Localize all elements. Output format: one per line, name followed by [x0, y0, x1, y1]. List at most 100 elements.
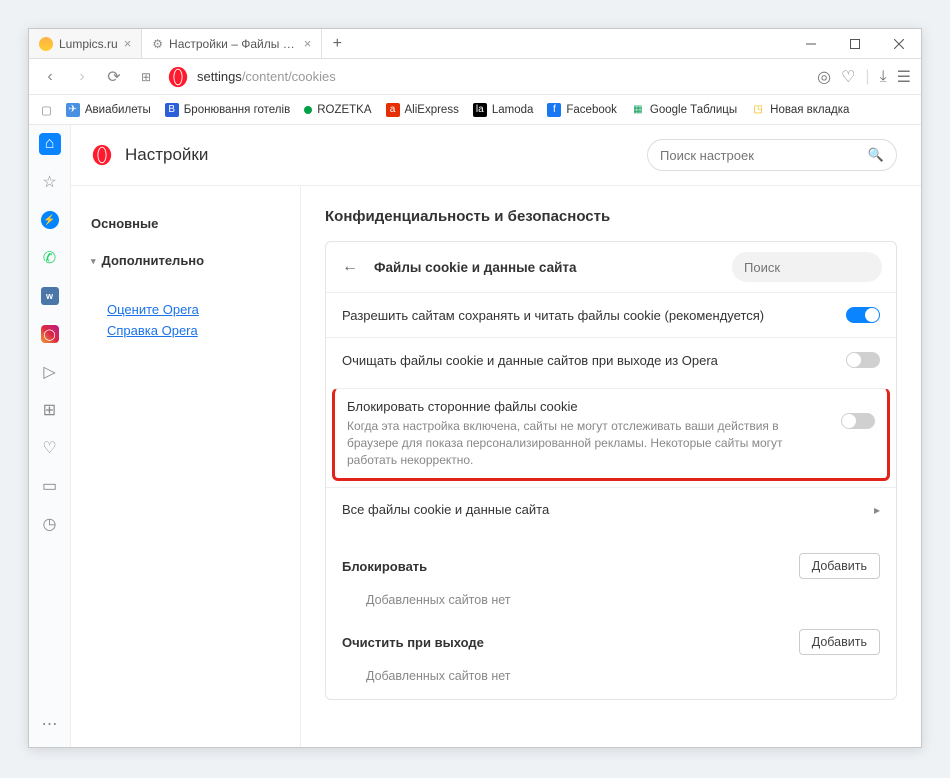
browser-tab[interactable]: ⚙ Настройки – Файлы cookie ×	[142, 29, 322, 58]
browser-window: Lumpics.ru × ⚙ Настройки – Файлы cookie …	[28, 28, 922, 748]
browser-tab[interactable]: Lumpics.ru ×	[29, 29, 142, 58]
opera-icon	[91, 144, 113, 166]
bookmark-item[interactable]: fFacebook	[547, 103, 617, 117]
row-sublabel: Когда эта настройка включена, сайты не м…	[347, 418, 829, 468]
tab-strip: Lumpics.ru × ⚙ Настройки – Файлы cookie …	[29, 29, 789, 58]
setting-row-clear-on-exit: Очищать файлы cookie и данные сайтов при…	[326, 337, 896, 382]
settings-header: Настройки 🔍	[71, 125, 921, 185]
search-icon: 🔍	[868, 147, 884, 163]
bookmark-label: AliExpress	[405, 104, 459, 116]
section-title: Конфиденциальность и безопасность	[325, 208, 897, 225]
settings-main: Конфиденциальность и безопасность ← Файл…	[301, 186, 921, 747]
settings-search[interactable]: 🔍	[647, 139, 897, 171]
workspaces-icon[interactable]: ⊞	[39, 399, 61, 421]
back-arrow-icon[interactable]: ←	[340, 258, 360, 276]
bookmark-item[interactable]: ROZETKA	[304, 104, 371, 116]
setting-row-allow-cookies: Разрешить сайтам сохранять и читать файл…	[326, 293, 896, 337]
flow-icon[interactable]: ▷	[39, 361, 61, 383]
instagram-icon[interactable]: ◯	[39, 323, 61, 345]
tab-title: Настройки – Файлы cookie	[169, 37, 298, 51]
bookmarks-folder-icon[interactable]: ▢	[41, 103, 52, 117]
nav-basic[interactable]: Основные	[91, 210, 280, 237]
bookmark-label: Facebook	[566, 104, 617, 116]
settings-page: Настройки 🔍 Основные Дополнительно Оцени…	[71, 125, 921, 747]
settings-search-input[interactable]	[660, 148, 860, 163]
easy-setup-icon[interactable]: ☰	[897, 67, 911, 87]
download-icon[interactable]: ⤓	[880, 68, 887, 86]
reload-button[interactable]: ⟳	[103, 66, 125, 88]
favicon	[39, 37, 53, 51]
add-clear-button[interactable]: Добавить	[799, 629, 880, 655]
card-search-input[interactable]	[744, 260, 920, 275]
bookmark-item[interactable]: ▦Google Таблицы	[631, 103, 737, 117]
bookmark-label: Авиабилеты	[85, 104, 151, 116]
news-icon[interactable]: ▭	[39, 475, 61, 497]
address-field[interactable]: settings/content/cookies	[167, 66, 807, 88]
toggle-allow-cookies[interactable]	[846, 307, 880, 323]
setting-row-block-third-party: Блокировать сторонние файлы cookie Когда…	[332, 388, 890, 481]
content-area: ⌂ ☆ ⚡ ✆ w ◯ ▷ ⊞ ♡ ▭ ◷ ⋯ Настройки 🔍	[29, 125, 921, 747]
card-title: Файлы cookie и данные сайта	[374, 260, 718, 275]
setting-row-all-cookies[interactable]: Все файлы cookie и данные сайта ▸	[326, 487, 896, 531]
sidebar: ⌂ ☆ ⚡ ✆ w ◯ ▷ ⊞ ♡ ▭ ◷ ⋯	[29, 125, 71, 747]
settings-nav: Основные Дополнительно Оцените Opera Спр…	[71, 186, 301, 747]
new-tab-button[interactable]: +	[322, 29, 352, 58]
add-block-button[interactable]: Добавить	[799, 553, 880, 579]
heart-icon[interactable]: ♡	[39, 437, 61, 459]
heart-icon[interactable]: ♡	[841, 67, 855, 87]
snapshot-icon[interactable]: ◎	[817, 67, 831, 87]
bookmark-label: ROZETKA	[317, 104, 371, 116]
toggle-block-third-party[interactable]	[841, 413, 875, 429]
history-icon[interactable]: ◷	[39, 513, 61, 535]
clear-title: Очистить при выходе	[342, 635, 484, 650]
gear-icon: ⚙	[152, 37, 163, 51]
cookies-card: ← Файлы cookie и данные сайта 🔍 Разрешит…	[325, 241, 897, 700]
addressbar-actions: ◎ ♡ | ⤓ ☰	[817, 67, 911, 87]
whatsapp-icon[interactable]: ✆	[39, 247, 61, 269]
row-label: Блокировать сторонние файлы cookie	[347, 399, 829, 414]
clear-empty-text: Добавленных сайтов нет	[342, 655, 880, 683]
bookmarks-bar: ▢ ✈Авиабилеты BБронювання готелів ROZETK…	[29, 95, 921, 125]
nav-back-button[interactable]: ‹	[39, 66, 61, 88]
nav-rate-link[interactable]: Оцените Opera	[107, 302, 280, 317]
page-title-text: Настройки	[125, 145, 208, 165]
nav-help-link[interactable]: Справка Opera	[107, 323, 280, 338]
bookmark-label: Новая вкладка	[770, 104, 849, 116]
row-label: Разрешить сайтам сохранять и читать файл…	[342, 308, 834, 323]
window-controls	[789, 29, 921, 58]
home-icon[interactable]: ⌂	[39, 133, 61, 155]
bookmark-label: Бронювання готелів	[184, 104, 290, 116]
bookmark-item[interactable]: aAliExpress	[386, 103, 459, 117]
minimize-button[interactable]	[789, 29, 833, 58]
more-icon[interactable]: ⋯	[39, 713, 61, 735]
address-bar: ‹ › ⟳ ⊞ settings/content/cookies ◎ ♡ | ⤓…	[29, 59, 921, 95]
star-icon[interactable]: ☆	[39, 171, 61, 193]
row-label: Очищать файлы cookie и данные сайтов при…	[342, 353, 834, 368]
bookmark-item[interactable]: ✈Авиабилеты	[66, 103, 151, 117]
page-title: Настройки	[91, 144, 208, 166]
tab-title: Lumpics.ru	[59, 37, 118, 51]
bookmark-label: Lamoda	[492, 104, 534, 116]
vk-icon[interactable]: w	[39, 285, 61, 307]
card-search[interactable]: 🔍	[732, 252, 882, 282]
toggle-clear-on-exit[interactable]	[846, 352, 880, 368]
block-empty-text: Добавленных сайтов нет	[342, 579, 880, 607]
close-window-button[interactable]	[877, 29, 921, 58]
nav-advanced[interactable]: Дополнительно	[91, 247, 280, 274]
block-section: Блокировать Добавить Добавленных сайтов …	[326, 553, 896, 607]
titlebar: Lumpics.ru × ⚙ Настройки – Файлы cookie …	[29, 29, 921, 59]
nav-forward-button[interactable]: ›	[71, 66, 93, 88]
url-segment: /content/cookies	[242, 69, 336, 84]
bookmark-item[interactable]: BБронювання готелів	[165, 103, 290, 117]
clear-section: Очистить при выходе Добавить Добавленных…	[326, 629, 896, 699]
chevron-right-icon: ▸	[874, 503, 880, 517]
opera-icon	[167, 66, 189, 88]
maximize-button[interactable]	[833, 29, 877, 58]
close-icon[interactable]: ×	[304, 36, 312, 51]
messenger-icon[interactable]: ⚡	[39, 209, 61, 231]
close-icon[interactable]: ×	[124, 36, 132, 51]
bookmark-item[interactable]: ◳Новая вкладка	[751, 103, 849, 117]
speed-dial-button[interactable]: ⊞	[135, 66, 157, 88]
bookmark-item[interactable]: laLamoda	[473, 103, 534, 117]
row-label: Все файлы cookie и данные сайта	[342, 502, 862, 517]
